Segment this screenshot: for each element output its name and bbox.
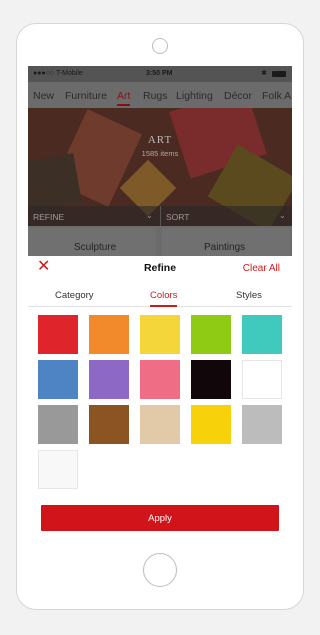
sort-button[interactable]: SORT <box>166 212 189 222</box>
camera-icon <box>152 38 168 54</box>
color-swatch[interactable] <box>242 315 282 354</box>
battery-icon <box>272 71 286 77</box>
chevron-down-icon: ⌄ <box>279 211 286 220</box>
nav-item-lighting[interactable]: Lighting <box>176 90 213 102</box>
app-screen: ●●●○○ T-Mobile 3:50 PM ✱ New Furniture A… <box>28 66 292 538</box>
apply-button[interactable]: Apply <box>41 505 279 531</box>
hero-item-count: 1585 items <box>141 149 179 158</box>
nav-item-furniture[interactable]: Furniture <box>65 90 107 102</box>
status-bar: ●●●○○ T-Mobile 3:50 PM ✱ <box>28 66 292 82</box>
nav-item-art[interactable]: Art <box>117 90 131 106</box>
home-button[interactable] <box>143 553 177 587</box>
color-swatch[interactable] <box>191 360 231 399</box>
tab-styles[interactable]: Styles <box>236 290 262 301</box>
color-swatch[interactable] <box>38 315 78 354</box>
chevron-down-icon: ⌄ <box>146 211 153 220</box>
hero-title: ART <box>147 134 173 146</box>
color-swatch[interactable] <box>191 315 231 354</box>
color-swatch[interactable] <box>140 360 180 399</box>
color-swatch[interactable] <box>89 405 129 444</box>
subcategory-label: Paintings <box>204 242 246 253</box>
refine-tabs: Category Colors Styles <box>28 280 292 307</box>
artwork-shard <box>28 153 82 213</box>
color-swatch[interactable] <box>242 405 282 444</box>
nav-item-rugs[interactable]: Rugs <box>143 90 168 102</box>
bluetooth-icon: ✱ <box>261 70 267 77</box>
tab-category[interactable]: Category <box>55 290 94 301</box>
nav-item-decor[interactable]: Décor <box>224 90 252 102</box>
clear-all-button[interactable]: Clear All <box>243 263 280 274</box>
color-swatch[interactable] <box>38 405 78 444</box>
subcategory-label: Sculpture <box>74 242 117 253</box>
color-swatch[interactable] <box>191 405 231 444</box>
divider <box>160 206 161 226</box>
refine-sheet: ✕ Refine Clear All Category Colors Style… <box>28 256 292 538</box>
refine-button[interactable]: REFINE <box>33 212 64 222</box>
tab-colors[interactable]: Colors <box>150 290 178 307</box>
carrier-label: ●●●○○ T-Mobile <box>33 70 83 77</box>
color-swatch[interactable] <box>242 360 282 399</box>
color-swatch[interactable] <box>38 360 78 399</box>
color-swatch[interactable] <box>89 360 129 399</box>
subcategory-row: Sculpture Paintings <box>28 226 292 256</box>
color-swatch[interactable] <box>38 450 78 489</box>
color-swatch[interactable] <box>89 315 129 354</box>
nav-item-folk-art[interactable]: Folk A <box>262 90 291 102</box>
hero-banner: ART 1585 items REFINE ⌄ SORT ⌄ <box>28 108 292 226</box>
apply-label: Apply <box>148 513 172 524</box>
color-swatch[interactable] <box>140 405 180 444</box>
category-nav: New Furniture Art Rugs Lighting Décor Fo… <box>28 82 292 108</box>
color-swatch[interactable] <box>140 315 180 354</box>
refine-sort-bar: REFINE ⌄ SORT ⌄ <box>28 206 292 226</box>
clock: 3:50 PM <box>146 70 173 77</box>
nav-item-new[interactable]: New <box>33 90 54 102</box>
